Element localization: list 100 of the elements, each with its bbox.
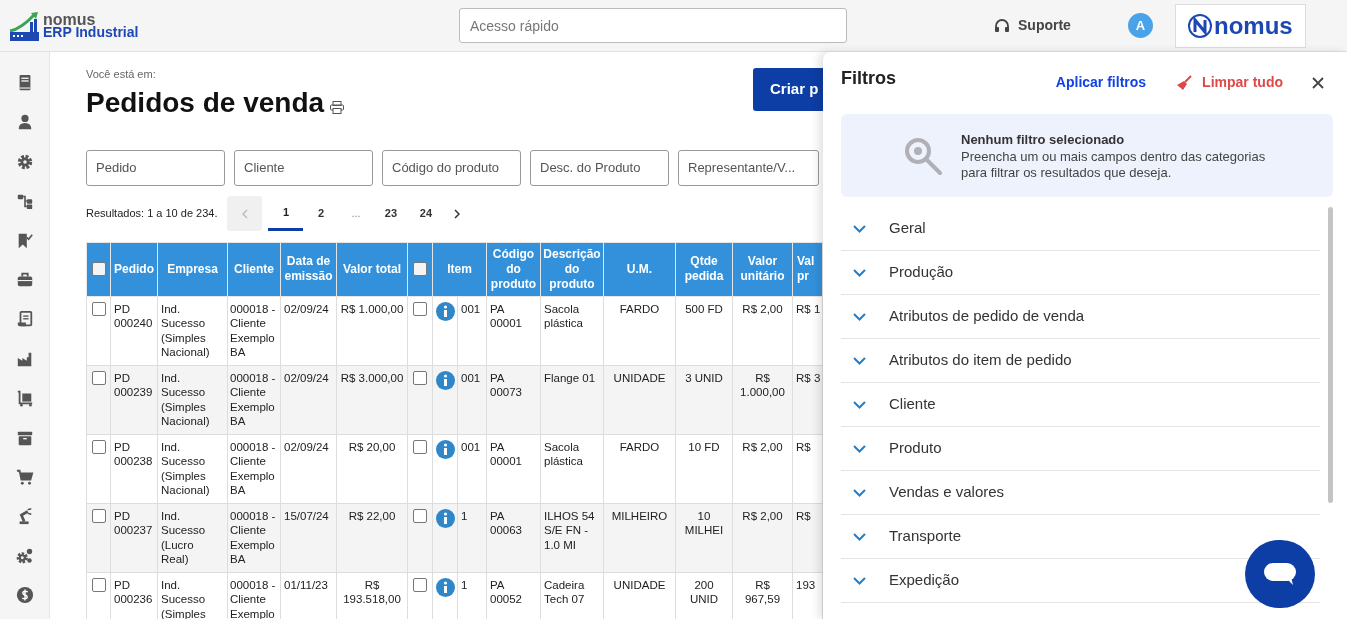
logo-product: ERP Industrial bbox=[43, 25, 139, 39]
logo-icon bbox=[1188, 13, 1213, 38]
table-cell: R$ 2,00 bbox=[742, 440, 783, 453]
table-cell: R$ 193.518,00 bbox=[343, 578, 401, 605]
info-icon[interactable] bbox=[435, 370, 455, 390]
checkbox[interactable] bbox=[413, 262, 427, 276]
breadcrumb-label: Você está em: bbox=[86, 67, 157, 82]
table-cell: FARDO bbox=[619, 302, 660, 315]
table-cell: R$ 2,00 bbox=[742, 302, 783, 315]
logo-icon bbox=[9, 10, 39, 41]
filter-section[interactable]: Produto bbox=[841, 427, 1320, 471]
page-button[interactable]: ... bbox=[338, 196, 374, 231]
table-cell: 001 bbox=[461, 440, 481, 453]
chevron-right-icon bbox=[454, 208, 461, 219]
filter-field[interactable]: Representante/V... bbox=[678, 149, 819, 186]
chevron-down-icon bbox=[853, 532, 866, 541]
table-cell: 15/07/24 bbox=[284, 509, 329, 522]
info-icon[interactable] bbox=[435, 508, 455, 528]
filter-section[interactable]: Atributos do item de pedido bbox=[841, 339, 1320, 383]
gears-icon[interactable] bbox=[15, 546, 34, 565]
table-cell: 02/09/24 bbox=[284, 302, 329, 315]
scrollbar[interactable] bbox=[1328, 207, 1333, 503]
settings-icon[interactable] bbox=[15, 152, 34, 171]
table-cell: 10 MILHEI bbox=[684, 509, 724, 536]
info-title: Nenhum filtro selecionado bbox=[961, 130, 1126, 149]
table-cell: MILHEIRO bbox=[611, 509, 668, 522]
filter-section[interactable]: Atributos de pedido de venda bbox=[841, 295, 1320, 339]
chevron-down-icon bbox=[853, 488, 866, 497]
broom-icon bbox=[1176, 74, 1193, 91]
filter-section[interactable]: Vendas e valores bbox=[841, 471, 1320, 515]
table-cell: 3 UNID bbox=[685, 371, 723, 384]
close-icon[interactable] bbox=[1312, 76, 1324, 89]
checkbox[interactable] bbox=[413, 370, 427, 385]
table-cell: UNIDADE bbox=[613, 578, 666, 591]
table-cell: R$ 1 bbox=[796, 302, 821, 315]
print-icon[interactable] bbox=[330, 100, 345, 114]
table-cell: 02/09/24 bbox=[284, 440, 329, 453]
headset-icon bbox=[994, 17, 1010, 34]
dollar-icon[interactable] bbox=[15, 586, 34, 605]
support-button[interactable]: Suporte bbox=[1018, 15, 1071, 36]
dolly-box-icon[interactable] bbox=[15, 389, 34, 408]
checkbox[interactable] bbox=[91, 370, 106, 385]
clear-all-link[interactable]: Limpar tudo bbox=[1202, 72, 1283, 93]
filter-section[interactable]: Geral bbox=[841, 207, 1320, 251]
page-button[interactable]: 2 bbox=[303, 196, 339, 231]
table-cell: 001 bbox=[461, 302, 481, 315]
checkbox[interactable] bbox=[413, 577, 427, 592]
cart-icon[interactable] bbox=[15, 467, 34, 486]
table-cell: 1 bbox=[461, 509, 468, 522]
panel-title: Filtros bbox=[841, 67, 897, 90]
table-cell: Sacola plástica bbox=[544, 302, 583, 329]
checkbox[interactable] bbox=[413, 301, 427, 316]
table-cell: R$ 2,00 bbox=[742, 509, 783, 522]
filter-field[interactable]: Código do produto bbox=[382, 149, 521, 186]
page-button[interactable]: 24 bbox=[408, 196, 444, 231]
quick-access-field[interactable]: Acesso rápido bbox=[459, 8, 847, 43]
briefcase-icon[interactable] bbox=[15, 270, 34, 289]
filter-field[interactable]: Pedido bbox=[86, 149, 225, 186]
checkbox[interactable] bbox=[413, 439, 427, 454]
table-cell: Flange 01 bbox=[544, 371, 596, 384]
table-cell: 000018 - Cliente Exemplo BA bbox=[230, 302, 276, 358]
table-cell: 1 bbox=[461, 578, 468, 591]
checkbox[interactable] bbox=[413, 508, 427, 523]
apply-filters-link[interactable]: Aplicar filtros bbox=[1055, 72, 1147, 93]
table-cell: R$ 3.000,00 bbox=[340, 371, 404, 384]
checkbox[interactable] bbox=[91, 301, 106, 316]
chat-icon bbox=[1263, 562, 1297, 586]
info-icon[interactable] bbox=[435, 301, 455, 321]
info-icon[interactable] bbox=[435, 439, 455, 459]
table-cell: R$ 20,00 bbox=[348, 440, 396, 453]
table-cell: Sacola plástica bbox=[544, 440, 583, 467]
table-cell: PD 000239 bbox=[114, 371, 153, 398]
table-cell: PA 00052 bbox=[490, 578, 522, 605]
checkbox[interactable] bbox=[91, 577, 106, 592]
chevron-down-icon bbox=[853, 312, 866, 321]
page-button[interactable]: 1 bbox=[268, 196, 304, 231]
document-icon[interactable] bbox=[15, 310, 34, 329]
table-cell: R$ 1.000,00 bbox=[340, 302, 404, 315]
checkbox[interactable] bbox=[91, 439, 106, 454]
filter-field[interactable]: Cliente bbox=[234, 149, 373, 186]
chevron-down-icon bbox=[853, 268, 866, 277]
table-cell: Ind. Sucesso (Simples Nacional) bbox=[161, 302, 210, 358]
logo-brand: nomus bbox=[43, 12, 96, 26]
hierarchy-icon[interactable] bbox=[15, 192, 34, 211]
table-cell: R$ 3 bbox=[796, 371, 821, 384]
info-icon[interactable] bbox=[435, 577, 455, 597]
table-cell: R$ bbox=[796, 440, 811, 453]
filter-field[interactable]: Desc. do Produto bbox=[530, 149, 669, 186]
table-cell: 000018 - Cliente Exemplo bbox=[230, 578, 276, 619]
table-cell: R$ 967,59 bbox=[744, 578, 781, 605]
chevron-down-icon bbox=[853, 356, 866, 365]
filter-section[interactable]: Cliente bbox=[841, 383, 1320, 427]
table-cell: 000018 - Cliente Exemplo BA bbox=[230, 371, 276, 427]
filter-section[interactable]: Produção bbox=[841, 251, 1320, 295]
checkbox[interactable] bbox=[91, 508, 106, 523]
page-button[interactable]: 23 bbox=[373, 196, 409, 231]
table-cell: PA 00001 bbox=[490, 302, 522, 329]
table-cell: Ind. Sucesso (Simples Nacional) bbox=[161, 440, 210, 496]
checkbox[interactable] bbox=[91, 262, 106, 276]
create-button[interactable]: Criar p bbox=[753, 68, 823, 111]
